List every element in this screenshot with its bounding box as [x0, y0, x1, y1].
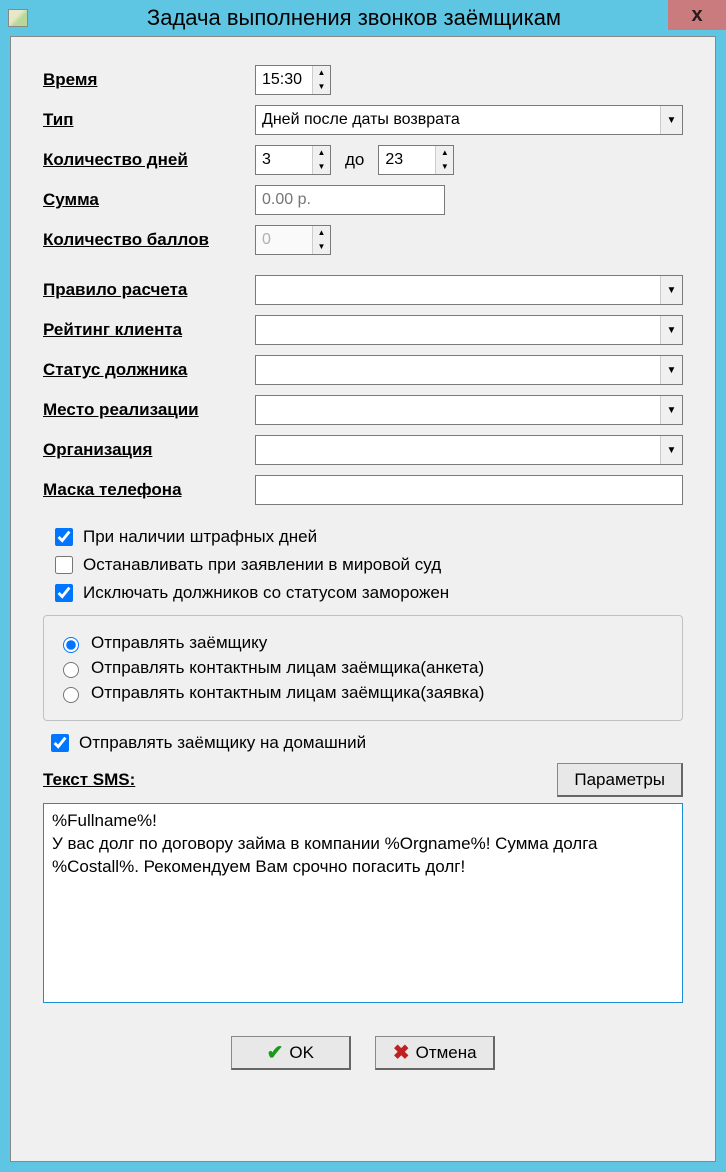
days-to-spinner[interactable]: ▲▼	[378, 145, 454, 175]
chevron-down-icon[interactable]: ▼	[660, 396, 682, 424]
chevron-down-icon[interactable]: ▼	[660, 316, 682, 344]
spin-up-icon[interactable]: ▲	[313, 146, 330, 160]
penalty-days-label: При наличии штрафных дней	[83, 527, 317, 547]
type-label: Тип	[43, 110, 255, 130]
params-button[interactable]: Параметры	[557, 763, 683, 797]
chevron-down-icon[interactable]: ▼	[660, 436, 682, 464]
sms-text-label: Текст SMS:	[43, 770, 135, 790]
send-borrower-radio[interactable]	[63, 637, 79, 653]
phone-mask-label: Маска телефона	[43, 480, 255, 500]
points-label: Количество баллов	[43, 230, 255, 250]
debtor-status-label: Статус должника	[43, 360, 255, 380]
calc-rule-label: Правило расчета	[43, 280, 255, 300]
send-home-checkbox[interactable]	[51, 734, 69, 752]
organization-select[interactable]: ▼	[255, 435, 683, 465]
cancel-button[interactable]: ✖ Отмена	[375, 1036, 495, 1070]
realization-place-value[interactable]	[255, 395, 683, 425]
client-rating-select[interactable]: ▼	[255, 315, 683, 345]
calc-rule-select[interactable]: ▼	[255, 275, 683, 305]
exclude-frozen-label: Исключать должников со статусом замороже…	[83, 583, 449, 603]
time-spinner[interactable]: ▲ ▼	[255, 65, 331, 95]
send-contacts-app-label: Отправлять контактным лицам заёмщика(зая…	[91, 683, 484, 703]
spin-up-icon: ▲	[313, 226, 330, 240]
sum-label: Сумма	[43, 190, 255, 210]
spin-up-icon[interactable]: ▲	[313, 66, 330, 80]
spin-down-icon[interactable]: ▼	[313, 160, 330, 174]
stop-on-court-checkbox[interactable]	[55, 556, 73, 574]
dialog-body: Время ▲ ▼ Тип ▼ Количество дней ▲▼ до	[10, 36, 716, 1162]
client-rating-value[interactable]	[255, 315, 683, 345]
debtor-status-select[interactable]: ▼	[255, 355, 683, 385]
send-contacts-app-radio[interactable]	[63, 687, 79, 703]
phone-mask-input[interactable]	[255, 475, 683, 505]
debtor-status-value[interactable]	[255, 355, 683, 385]
chevron-down-icon[interactable]: ▼	[660, 356, 682, 384]
organization-label: Организация	[43, 440, 255, 460]
exclude-frozen-checkbox[interactable]	[55, 584, 73, 602]
send-contacts-form-label: Отправлять контактным лицам заёмщика(анк…	[91, 658, 484, 678]
close-button[interactable]: x	[668, 0, 726, 30]
type-value[interactable]	[255, 105, 683, 135]
spin-down-icon[interactable]: ▼	[436, 160, 453, 174]
time-input[interactable]	[256, 66, 312, 94]
points-input	[256, 226, 312, 254]
client-rating-label: Рейтинг клиента	[43, 320, 255, 340]
sum-input	[255, 185, 445, 215]
window-title: Задача выполнения звонков заёмщикам	[40, 5, 718, 31]
send-contacts-form-radio[interactable]	[63, 662, 79, 678]
realization-place-select[interactable]: ▼	[255, 395, 683, 425]
points-spinner: ▲▼	[255, 225, 331, 255]
realization-place-label: Место реализации	[43, 400, 255, 420]
days-from-spinner[interactable]: ▲▼	[255, 145, 331, 175]
spin-down-icon: ▼	[313, 240, 330, 254]
days-from-input[interactable]	[256, 146, 312, 174]
chevron-down-icon[interactable]: ▼	[660, 106, 682, 134]
organization-value[interactable]	[255, 435, 683, 465]
send-borrower-label: Отправлять заёмщику	[91, 633, 267, 653]
spin-up-icon[interactable]: ▲	[436, 146, 453, 160]
time-label: Время	[43, 70, 255, 90]
send-home-label: Отправлять заёмщику на домашний	[79, 733, 366, 753]
send-target-group: Отправлять заёмщику Отправлять контактны…	[43, 615, 683, 721]
stop-on-court-label: Останавливать при заявлении в мировой су…	[83, 555, 441, 575]
days-to-input[interactable]	[379, 146, 435, 174]
cross-icon: ✖	[393, 1040, 410, 1065]
check-icon: ✔	[267, 1040, 284, 1065]
calc-rule-value[interactable]	[255, 275, 683, 305]
to-label: до	[345, 150, 364, 170]
chevron-down-icon[interactable]: ▼	[660, 276, 682, 304]
title-bar: Задача выполнения звонков заёмщикам x	[0, 0, 726, 36]
dialog-window: Задача выполнения звонков заёмщикам x Вр…	[0, 0, 726, 1172]
days-label: Количество дней	[43, 150, 255, 170]
sms-text-area[interactable]	[43, 803, 683, 1003]
ok-button[interactable]: ✔ OK	[231, 1036, 351, 1070]
app-icon	[8, 9, 28, 27]
spin-down-icon[interactable]: ▼	[313, 80, 330, 94]
close-icon: x	[691, 4, 702, 27]
type-select[interactable]: ▼	[255, 105, 683, 135]
penalty-days-checkbox[interactable]	[55, 528, 73, 546]
